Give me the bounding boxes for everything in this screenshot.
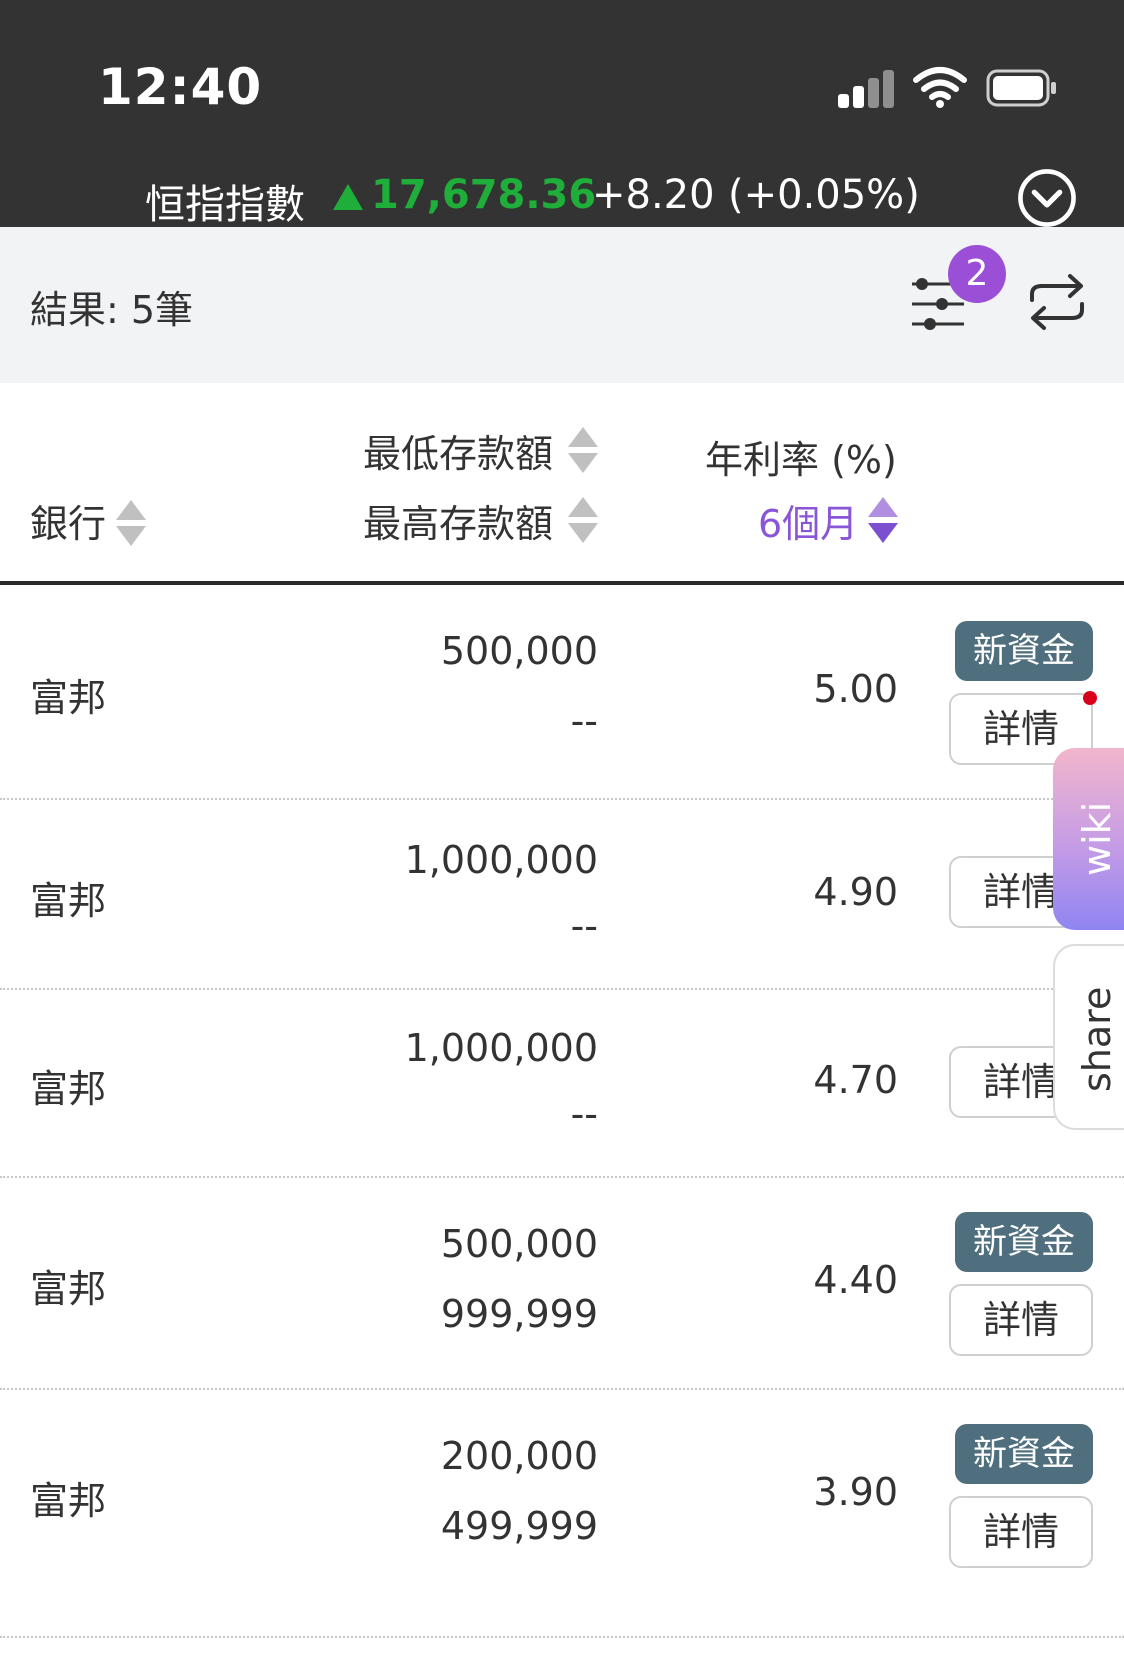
max-deposit: 999,999: [440, 1292, 598, 1336]
annual-rate-header-label: 年利率 (%): [705, 438, 897, 482]
new-funds-tag: 新資金: [955, 621, 1093, 681]
index-value: 17,678.36: [371, 172, 597, 218]
max-deposit-header-label: 最高存款額: [363, 502, 554, 546]
new-funds-tag: 新資金: [955, 1424, 1093, 1484]
chevron-down-circle-icon[interactable]: [1017, 168, 1077, 228]
cellular-signal-icon: [838, 70, 898, 108]
table-row[interactable]: 富邦 500,000 999,999 4.40 新資金 詳情: [0, 1178, 1124, 1390]
bank-name: 富邦: [30, 879, 107, 923]
min-deposit: 1,000,000: [404, 1026, 598, 1070]
index-ticker[interactable]: 恒指指數 17,678.36 +8.20 (+0.05%): [0, 168, 1124, 228]
sort-icon: [568, 427, 598, 481]
min-deposit-header-label: 最低存款額: [363, 432, 554, 476]
min-deposit: 1,000,000: [404, 838, 598, 882]
interest-rate: 4.70: [813, 1058, 898, 1102]
wiki-side-tab[interactable]: wiki: [1053, 748, 1124, 930]
row-divider: [0, 1636, 1124, 1638]
wiki-tab-label: wiki: [1075, 801, 1119, 876]
max-deposit: --: [570, 699, 598, 743]
interest-rate: 4.90: [813, 870, 898, 914]
result-count: 結果: 5筆: [30, 288, 194, 332]
table-row[interactable]: 富邦 1,000,000 -- 4.70 詳情: [0, 990, 1124, 1178]
table-row[interactable]: 富邦 1,000,000 -- 4.90 詳情: [0, 800, 1124, 990]
table-row[interactable]: 富邦 500,000 -- 5.00 新資金 詳情: [0, 585, 1124, 800]
interest-rate: 4.40: [813, 1258, 898, 1302]
min-deposit: 200,000: [440, 1434, 598, 1478]
max-deposit: --: [570, 1092, 598, 1136]
bank-name: 富邦: [30, 1267, 107, 1311]
sort-icon: [116, 500, 146, 554]
detail-button[interactable]: 詳情: [949, 1496, 1093, 1568]
triangle-up-icon: [333, 184, 363, 210]
swap-arrows-icon[interactable]: [1024, 270, 1090, 334]
bank-name: 富邦: [30, 676, 107, 720]
bank-name: 富邦: [30, 1479, 107, 1523]
index-name: 恒指指數: [145, 182, 305, 228]
bank-name: 富邦: [30, 1067, 107, 1111]
sort-icon: [868, 497, 898, 551]
period-header-label: 6個月: [758, 502, 859, 546]
interest-rate: 3.90: [813, 1470, 898, 1514]
detail-button[interactable]: 詳情: [949, 1284, 1093, 1356]
max-deposit: --: [570, 904, 598, 948]
notification-dot: [1083, 691, 1097, 705]
min-deposit: 500,000: [440, 1222, 598, 1266]
index-change-pct: (+0.05%): [728, 172, 920, 218]
bank-header-label: 銀行: [30, 502, 107, 546]
filter-count-badge: 2: [948, 245, 1006, 303]
share-tab-label: share: [1075, 986, 1119, 1092]
new-funds-tag: 新資金: [955, 1212, 1093, 1272]
interest-rate: 5.00: [813, 667, 898, 711]
status-time: 12:40: [98, 58, 263, 116]
battery-icon: [986, 69, 1056, 107]
share-side-tab[interactable]: share: [1053, 944, 1124, 1130]
wifi-icon: [913, 67, 967, 108]
table-row[interactable]: 富邦 200,000 499,999 3.90 新資金 詳情: [0, 1390, 1124, 1638]
max-deposit: 499,999: [440, 1504, 598, 1548]
table-header: 銀行 最低存款額 最高存款額 年利率 (%) 6個月: [0, 383, 1124, 583]
min-deposit: 500,000: [440, 629, 598, 673]
top-bar: 12:40 恒指指數 17,678.36 +8.20 (+0.05%): [0, 0, 1124, 228]
sort-icon: [568, 497, 598, 551]
index-change: +8.20: [592, 172, 715, 218]
